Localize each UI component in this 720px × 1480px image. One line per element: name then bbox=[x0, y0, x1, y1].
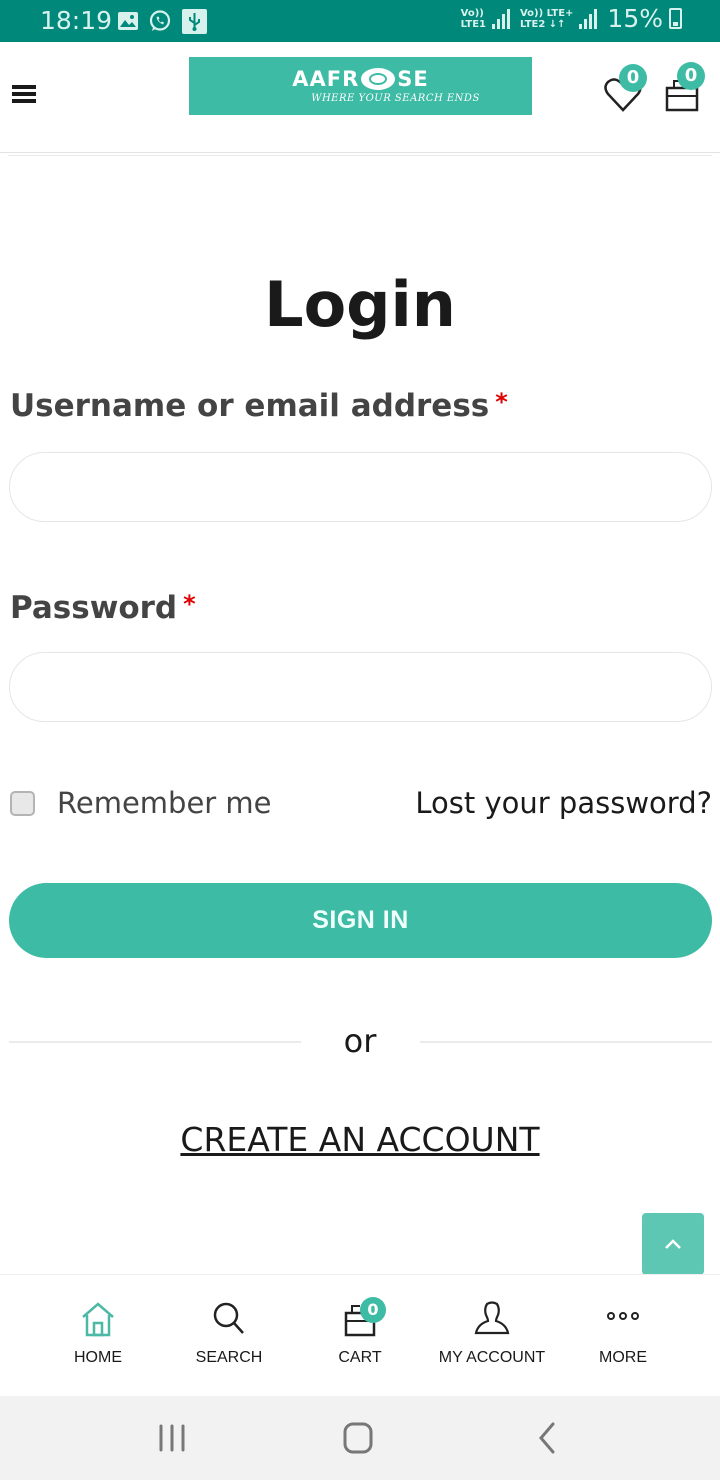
status-bar: 18:19 Vo)) LTE1 Vo)) LTE+ LTE2 ↓↑ 15% bbox=[0, 0, 720, 42]
nav-label: MORE bbox=[599, 1349, 647, 1366]
more-dots-icon bbox=[607, 1312, 639, 1320]
hamburger-icon[interactable] bbox=[12, 85, 36, 105]
create-account-link[interactable]: CREATE AN ACCOUNT bbox=[0, 1120, 720, 1159]
required-mark: * bbox=[183, 590, 196, 618]
remember-me-label: Remember me bbox=[57, 786, 272, 820]
chevron-up-icon bbox=[665, 1239, 681, 1249]
battery-percent: 15% bbox=[607, 4, 663, 33]
sign-in-button[interactable]: SIGN IN bbox=[9, 883, 712, 958]
cart-count-badge: 0 bbox=[677, 62, 705, 90]
required-mark: * bbox=[495, 388, 508, 416]
nav-search[interactable]: SEARCH bbox=[159, 1275, 299, 1397]
password-label: Password * bbox=[10, 590, 196, 626]
whatsapp-icon bbox=[149, 10, 171, 31]
header-divider bbox=[0, 152, 720, 153]
signal-icon bbox=[491, 8, 510, 29]
signal-icon bbox=[579, 8, 598, 29]
header-divider bbox=[8, 155, 712, 156]
nav-more[interactable]: MORE bbox=[553, 1275, 693, 1397]
sim2-indicator: Vo)) LTE+ LTE2 ↓↑ bbox=[519, 7, 574, 30]
nav-label: HOME bbox=[74, 1349, 122, 1366]
username-input[interactable] bbox=[9, 452, 712, 522]
site-header: AAFR SE WHERE YOUR SEARCH ENDS 0 0 bbox=[0, 42, 720, 156]
logo-ring-icon bbox=[361, 68, 396, 90]
back-icon[interactable] bbox=[526, 1418, 566, 1458]
status-time: 18:19 bbox=[40, 6, 113, 35]
logo-tagline: WHERE YOUR SEARCH ENDS bbox=[311, 93, 480, 104]
sim1-indicator: Vo)) LTE1 bbox=[460, 7, 486, 30]
wishlist-count-badge: 0 bbox=[619, 64, 647, 92]
system-navigation-bar bbox=[0, 1396, 720, 1480]
remember-me[interactable]: Remember me bbox=[10, 786, 272, 820]
gallery-icon bbox=[118, 12, 138, 30]
lost-password-link[interactable]: Lost your password? bbox=[415, 786, 712, 820]
home-button-icon[interactable] bbox=[338, 1418, 378, 1458]
password-input[interactable] bbox=[9, 652, 712, 722]
recent-apps-icon[interactable] bbox=[152, 1418, 192, 1458]
nav-label: MY ACCOUNT bbox=[438, 1349, 546, 1366]
nav-my-account[interactable]: MY ACCOUNT bbox=[422, 1275, 562, 1397]
scroll-to-top-button[interactable] bbox=[642, 1213, 704, 1275]
remember-me-checkbox[interactable] bbox=[10, 790, 35, 816]
nav-cart-badge: 0 bbox=[360, 1297, 386, 1323]
divider-right bbox=[420, 1041, 712, 1043]
bottom-nav: HOME SEARCH 0 CART MY ACCOUNT MORE bbox=[0, 1274, 720, 1396]
header-cart-button[interactable]: 0 bbox=[664, 62, 705, 114]
user-icon bbox=[474, 1301, 510, 1335]
status-right: Vo)) LTE1 Vo)) LTE+ LTE2 ↓↑ 15% bbox=[461, 4, 682, 33]
battery-charging-icon bbox=[669, 8, 682, 29]
home-icon bbox=[82, 1302, 114, 1337]
nav-label: SEARCH bbox=[195, 1349, 263, 1366]
site-logo[interactable]: AAFR SE WHERE YOUR SEARCH ENDS bbox=[189, 57, 532, 115]
page-title: Login bbox=[264, 268, 456, 341]
nav-cart[interactable]: 0 CART bbox=[290, 1275, 430, 1397]
username-label: Username or email address * bbox=[10, 388, 508, 424]
nav-home[interactable]: HOME bbox=[28, 1275, 168, 1397]
nav-label: CART bbox=[338, 1349, 382, 1366]
wishlist-button[interactable]: 0 bbox=[603, 64, 647, 114]
search-icon bbox=[213, 1302, 244, 1334]
usb-icon bbox=[182, 9, 207, 34]
